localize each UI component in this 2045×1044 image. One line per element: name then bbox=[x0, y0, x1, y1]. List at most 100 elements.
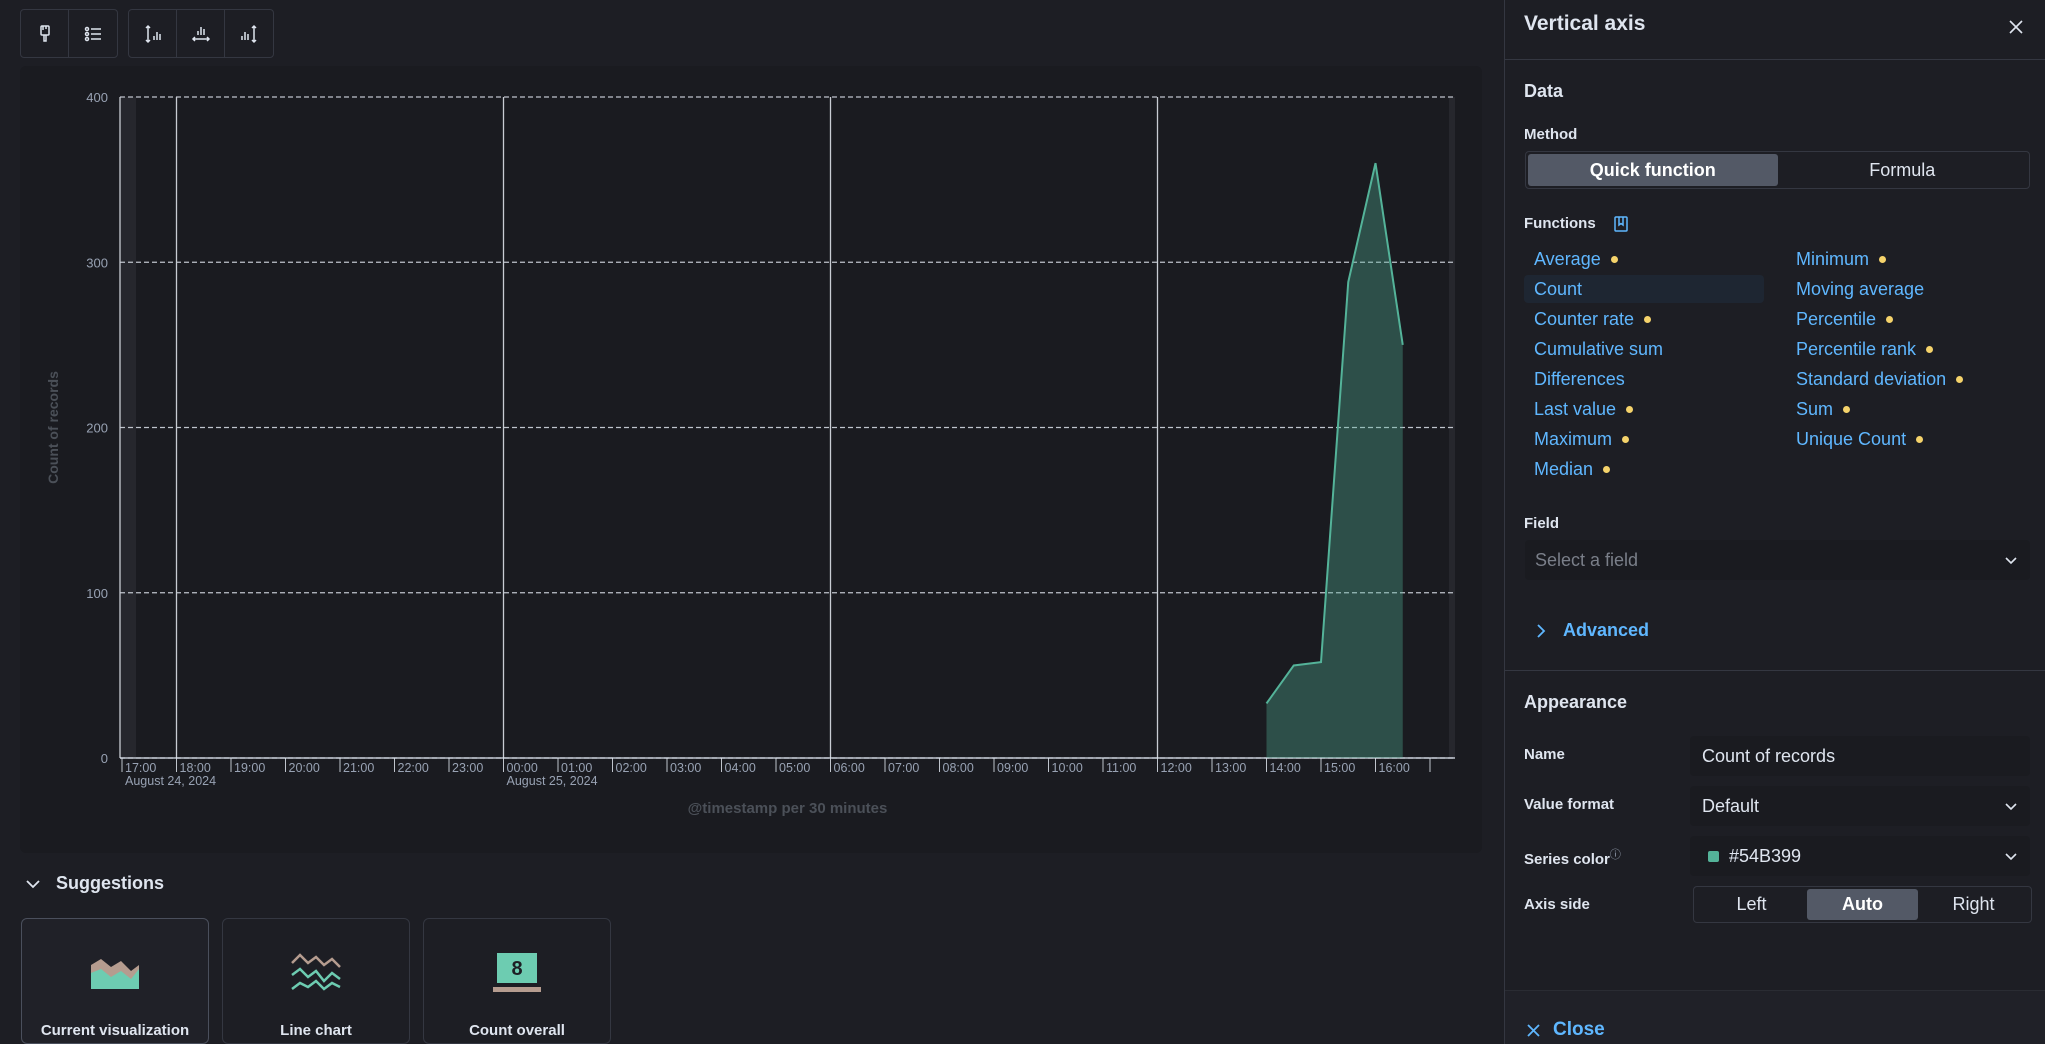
legend-button[interactable] bbox=[69, 10, 117, 57]
unsupported-dot-icon bbox=[1956, 375, 1964, 383]
x-tick-label: 12:00 bbox=[1161, 761, 1192, 775]
function-name: Standard deviation bbox=[1796, 368, 1947, 389]
series-color-label: Series colorⓘ bbox=[1524, 846, 1621, 868]
function-name: Average bbox=[1534, 248, 1601, 269]
chart-toolbar bbox=[20, 9, 274, 58]
axis-side-auto-button[interactable]: Auto bbox=[1807, 889, 1918, 920]
function-name: Minimum bbox=[1796, 248, 1870, 269]
documentation-icon[interactable] bbox=[1612, 215, 1630, 233]
axis-side-toggle: Left Auto Right bbox=[1693, 886, 2032, 923]
x-tick-label: 10:00 bbox=[1052, 761, 1083, 775]
y-tick-label: 400 bbox=[86, 90, 108, 105]
suggestion-count-overall[interactable]: 8 Count overall bbox=[423, 918, 611, 1044]
suggestions-title: Suggestions bbox=[56, 873, 165, 893]
axis-side-right-button[interactable]: Right bbox=[1918, 889, 2029, 920]
x-tick-label: 00:00 bbox=[507, 761, 538, 775]
name-value: Count of records bbox=[1702, 745, 1836, 766]
function-maximum[interactable]: Maximum bbox=[1524, 425, 1630, 453]
formula-button[interactable]: Formula bbox=[1778, 154, 2028, 186]
field-select[interactable]: Select a field bbox=[1525, 540, 2030, 580]
close-label: Close bbox=[1553, 1019, 1605, 1040]
x-tick-label: 02:00 bbox=[616, 761, 647, 775]
function-last-value[interactable]: Last value bbox=[1524, 395, 1634, 423]
x-date-label: August 25, 2024 bbox=[507, 774, 598, 788]
y-tick-label: 0 bbox=[101, 751, 108, 766]
x-tick-label: 20:00 bbox=[289, 761, 320, 775]
advanced-toggle[interactable]: Advanced bbox=[1533, 620, 1649, 641]
style-button-group bbox=[20, 9, 118, 58]
function-moving-average[interactable]: Moving average bbox=[1786, 275, 1924, 303]
suggestion-current-visualization[interactable]: Current visualization bbox=[21, 918, 209, 1044]
bottom-axis-button[interactable] bbox=[177, 10, 225, 57]
section-divider bbox=[1505, 670, 2045, 671]
function-unique-count[interactable]: Unique Count bbox=[1786, 425, 1924, 453]
function-percentile[interactable]: Percentile bbox=[1786, 305, 1894, 333]
function-minimum[interactable]: Minimum bbox=[1786, 245, 1887, 273]
function-name: Percentile rank bbox=[1796, 338, 1917, 359]
quick-function-button[interactable]: Quick function bbox=[1528, 154, 1778, 186]
dimension-editor-flyout: Vertical axis Data Method Quick function… bbox=[1504, 0, 2045, 1044]
unsupported-dot-icon bbox=[1886, 315, 1894, 323]
method-toggle: Quick function Formula bbox=[1525, 151, 2030, 189]
close-icon[interactable] bbox=[2005, 16, 2027, 38]
unsupported-dot-icon bbox=[1603, 465, 1611, 473]
close-icon bbox=[1527, 1023, 1540, 1037]
field-label: Field bbox=[1524, 515, 1560, 532]
suggestion-label: Count overall bbox=[469, 1022, 565, 1039]
unsupported-dot-icon bbox=[1644, 315, 1652, 323]
x-tick-label: 11:00 bbox=[1106, 761, 1136, 775]
function-name: Unique Count bbox=[1796, 428, 1907, 449]
flyout-title: Vertical axis bbox=[1524, 12, 1646, 35]
function-name: Count bbox=[1534, 278, 1583, 299]
suggestion-label: Line chart bbox=[280, 1022, 352, 1039]
method-label: Method bbox=[1524, 126, 1578, 143]
axis-side-left-button[interactable]: Left bbox=[1696, 889, 1807, 920]
function-average[interactable]: Average bbox=[1524, 245, 1618, 273]
suggestion-line-chart[interactable]: Line chart bbox=[222, 918, 410, 1044]
value-format-select[interactable]: Default bbox=[1690, 786, 2030, 826]
function-name: Last value bbox=[1534, 398, 1617, 419]
function-name: Counter rate bbox=[1534, 308, 1635, 329]
left-axis-icon bbox=[144, 24, 161, 43]
metric-value: 8 bbox=[511, 958, 522, 980]
function-name: Differences bbox=[1534, 368, 1625, 389]
close-button[interactable]: Close bbox=[1526, 1019, 1605, 1041]
chevron-down-icon bbox=[26, 879, 40, 888]
suggestions-toggle[interactable]: Suggestions bbox=[24, 873, 164, 894]
function-cumulative-sum[interactable]: Cumulative sum bbox=[1524, 335, 1663, 363]
unsupported-dot-icon bbox=[1916, 435, 1924, 443]
flyout-header: Vertical axis bbox=[1505, 0, 2045, 60]
x-tick-label: 14:00 bbox=[1270, 761, 1301, 775]
area-chart[interactable]: 0 100 200 300 400 17:00 18:00 19:00 20:00 21:00 22… bbox=[20, 66, 1482, 853]
function-counter-rate[interactable]: Counter rate bbox=[1524, 305, 1652, 333]
right-axis-button[interactable] bbox=[225, 10, 273, 57]
visual-options-button[interactable] bbox=[21, 10, 69, 57]
x-date-label: August 24, 2024 bbox=[125, 774, 216, 788]
chevron-down-icon bbox=[2005, 557, 2017, 565]
value-format-value: Default bbox=[1702, 795, 1760, 816]
suggestion-cards: Current visualization Line chart 8 Count… bbox=[21, 918, 611, 1044]
field-placeholder: Select a field bbox=[1535, 549, 1639, 570]
function-standard-deviation[interactable]: Standard deviation bbox=[1786, 365, 1964, 393]
y-axis-title: Count of records bbox=[45, 371, 61, 484]
info-icon[interactable]: ⓘ bbox=[1610, 849, 1621, 861]
function-name: Percentile bbox=[1796, 308, 1877, 329]
x-tick-label: 15:00 bbox=[1324, 761, 1355, 775]
unsupported-dot-icon bbox=[1626, 405, 1634, 413]
axis-side-label: Axis side bbox=[1524, 896, 1590, 913]
x-tick-label: 18:00 bbox=[180, 761, 211, 775]
functions-label: Functions bbox=[1524, 215, 1596, 232]
function-percentile-rank[interactable]: Percentile rank bbox=[1786, 335, 1934, 363]
function-median[interactable]: Median bbox=[1524, 455, 1611, 483]
function-count[interactable]: Count bbox=[1524, 275, 1764, 303]
series-color-picker[interactable]: #54B399 bbox=[1690, 836, 2030, 876]
name-input[interactable]: Count of records bbox=[1690, 736, 2030, 776]
function-differences[interactable]: Differences bbox=[1524, 365, 1625, 393]
function-sum[interactable]: Sum bbox=[1786, 395, 1851, 423]
unsupported-dot-icon bbox=[1622, 435, 1630, 443]
unsupported-dot-icon bbox=[1926, 345, 1934, 353]
legend-list-icon bbox=[84, 26, 101, 41]
left-axis-button[interactable] bbox=[129, 10, 177, 57]
x-tick-label: 06:00 bbox=[834, 761, 865, 775]
area-chart-thumb bbox=[91, 959, 139, 989]
